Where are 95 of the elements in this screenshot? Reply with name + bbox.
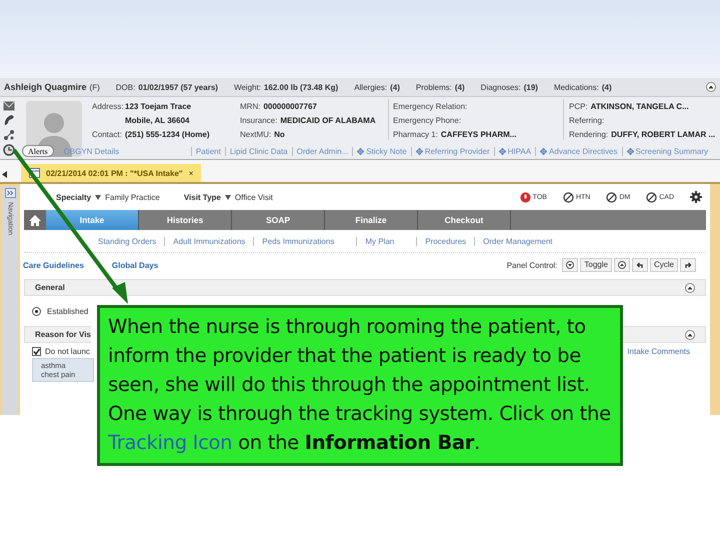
share-icon[interactable] xyxy=(3,128,15,140)
collapse-icon[interactable] xyxy=(685,282,695,292)
patient-sex: (F) xyxy=(90,82,100,92)
alerts-button[interactable]: Alerts xyxy=(22,145,54,157)
encounter-tab[interactable]: 02/21/2014 02:01 PM : "*USA Intake" × xyxy=(21,164,202,182)
tab[interactable]: Checkout xyxy=(418,210,511,230)
field-value: CAFFEYS PHARM... xyxy=(440,130,516,138)
visit-type-value: Office Visit xyxy=(234,192,273,202)
count-value: (19) xyxy=(524,82,538,92)
panel-control-label: Panel Control: xyxy=(506,260,558,270)
info-link[interactable]: Patient xyxy=(196,146,221,156)
subtab-link[interactable]: Order Management xyxy=(474,236,561,246)
field-label: Emergency Phone: xyxy=(393,116,462,124)
scroll-left-icon[interactable] xyxy=(2,171,7,178)
field-label: PCP: xyxy=(569,102,588,110)
count-value: (4) xyxy=(454,82,465,92)
field-label: Referring: xyxy=(569,116,604,124)
callout-text: When the nurse is through rooming the patient, to inform the provider that the patient is ready to be seen, she will do this through the appointment list. One way is through the tracking system. Click on the Tracking Icon on the Information Bar. xyxy=(108,314,612,456)
count-label[interactable]: Diagnoses: xyxy=(480,82,521,92)
info-link[interactable]: Lipid Clinic Data xyxy=(230,146,288,156)
subtab-link[interactable]: Standing Orders xyxy=(90,236,164,246)
dob-value: 01/02/1957 (57 years) xyxy=(138,82,218,92)
specialty-label[interactable]: Specialty xyxy=(56,192,92,202)
content-link[interactable]: Care Guidelines xyxy=(23,260,84,270)
field-label: Emergency Relation: xyxy=(393,102,468,110)
field-value: (251) 555-1234 (Home) xyxy=(125,130,210,138)
field-label: Address: xyxy=(92,102,122,110)
dropdown-caret-icon[interactable] xyxy=(95,194,102,200)
content-link[interactable]: Global Days xyxy=(112,260,158,270)
settings-icon[interactable] xyxy=(690,191,702,203)
visit-type-label[interactable]: Visit Type xyxy=(184,192,221,202)
subtab-link[interactable]: My Plan xyxy=(356,236,402,246)
field-label: NextMU: xyxy=(240,130,272,138)
forward-button[interactable] xyxy=(680,258,696,272)
count-label[interactable]: Medications: xyxy=(554,82,599,92)
subtab-link[interactable]: Peds Immunizations xyxy=(253,236,342,246)
toggle-button[interactable]: Toggle xyxy=(580,258,612,272)
back-button[interactable] xyxy=(632,258,648,272)
phone-icon[interactable] xyxy=(3,114,15,126)
info-link[interactable]: HIPAA xyxy=(508,146,532,156)
info-link[interactable]: Advance Directives xyxy=(549,146,618,156)
tab[interactable]: Finalize xyxy=(325,210,418,230)
collapse-icon[interactable] xyxy=(685,330,695,340)
forward-arrow-icon[interactable] xyxy=(684,261,692,269)
tab[interactable]: SOAP xyxy=(232,210,325,230)
checkbox[interactable] xyxy=(32,347,41,356)
subtab-link[interactable]: Procedures xyxy=(416,236,474,246)
field-value: DUFFY, ROBERT LAMAR ... xyxy=(611,130,716,138)
info-link[interactable]: Referring Provider xyxy=(424,146,490,156)
expand-icon[interactable] xyxy=(4,188,16,198)
home-icon[interactable] xyxy=(29,214,41,226)
radio-button[interactable] xyxy=(32,306,41,316)
home-tab[interactable] xyxy=(24,210,46,230)
field-value: 000000007767 xyxy=(263,102,317,110)
weight-value: 162.00 lb (73.48 Kg) xyxy=(264,82,338,92)
section-header[interactable]: General xyxy=(24,279,706,296)
count-label[interactable]: Problems: xyxy=(416,82,452,92)
field-value: MEDICAID OF ALABAMA xyxy=(280,116,376,124)
count-value: (4) xyxy=(602,82,612,92)
chevron-up-icon[interactable] xyxy=(618,261,626,269)
intake-comments-link[interactable]: Intake Comments xyxy=(627,347,690,356)
section-header[interactable]: Reason for Vis xyxy=(24,326,91,343)
field-value: 123 Toejam Trace xyxy=(125,102,192,110)
obgyn-link[interactable]: OBGYN Details xyxy=(64,146,120,156)
count-label[interactable]: Allergies: xyxy=(354,82,388,92)
tab[interactable]: Histories xyxy=(139,210,232,230)
info-link[interactable]: Order Admin... xyxy=(296,146,348,156)
collapse-icon[interactable] xyxy=(706,82,716,92)
field-label: Pharmacy 1: xyxy=(393,130,438,138)
expand-button[interactable] xyxy=(562,258,578,272)
field-label: Contact: xyxy=(92,130,122,138)
cycle-button[interactable]: Cycle xyxy=(650,258,678,272)
field-value: Mobile, AL 36604 xyxy=(125,116,190,124)
back-arrow-icon[interactable] xyxy=(636,261,644,269)
field-value: ATKINSON, TANGELA C... xyxy=(590,102,689,110)
tracking-icon[interactable] xyxy=(3,144,15,156)
mail-icon[interactable] xyxy=(3,100,15,110)
specialty-value: Family Practice xyxy=(105,192,160,202)
weight-label: Weight: xyxy=(234,82,261,92)
field-label: Insurance: xyxy=(240,116,278,124)
subtab-link[interactable]: Adult Immunizations xyxy=(164,236,254,246)
checkbox-label: Do not launc xyxy=(45,347,90,356)
collapse-button[interactable] xyxy=(614,258,630,272)
field-label: Rendering: xyxy=(569,130,608,138)
field-label: MRN: xyxy=(240,102,260,110)
chevron-down-icon[interactable] xyxy=(566,261,574,269)
field-value: No xyxy=(274,130,285,138)
radio-label: Established xyxy=(47,306,88,316)
patient-name: Ashleigh Quagmire xyxy=(4,82,87,92)
dob-label: DOB: xyxy=(116,82,136,92)
info-link[interactable]: Screening Summary xyxy=(636,146,708,156)
info-link[interactable]: Sticky Note xyxy=(366,146,407,156)
count-value: (4) xyxy=(390,82,400,92)
dropdown-caret-icon[interactable] xyxy=(224,194,231,200)
tab[interactable]: Intake xyxy=(46,210,139,230)
